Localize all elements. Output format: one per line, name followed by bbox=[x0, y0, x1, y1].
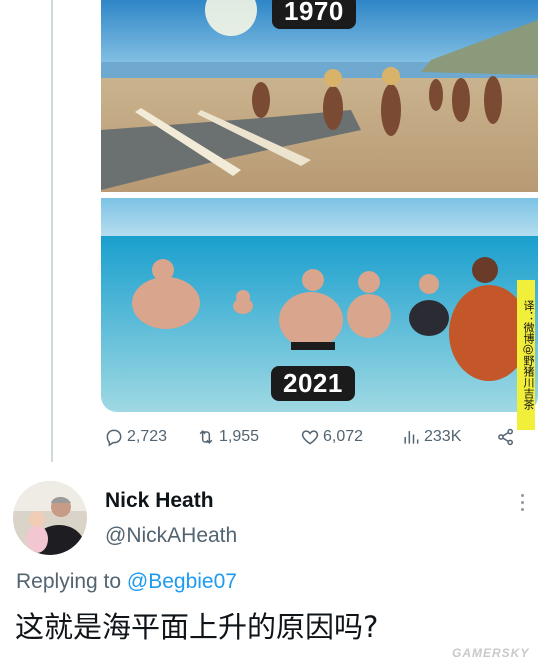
replying-to-mention[interactable]: @Begbie07 bbox=[127, 570, 237, 593]
reply-icon bbox=[106, 429, 122, 447]
like-button[interactable]: 6,072 bbox=[300, 427, 363, 447]
retweet-button[interactable]: 1,955 bbox=[196, 427, 259, 447]
avatar[interactable] bbox=[13, 481, 87, 555]
replying-prefix: Replying to bbox=[16, 570, 127, 593]
year-label-2021: 2021 bbox=[271, 366, 355, 401]
tweet-action-bar: 2,723 1,955 6,072 233K bbox=[104, 427, 524, 451]
view-count: 233K bbox=[424, 428, 462, 445]
translator-credit: 译：微博@野猪川吉茶 bbox=[517, 280, 535, 430]
share-icon bbox=[498, 428, 513, 446]
site-watermark: GAMERSKY bbox=[452, 646, 530, 660]
reply-count: 2,723 bbox=[127, 428, 168, 445]
like-icon bbox=[301, 430, 319, 445]
avatar-photo bbox=[13, 481, 87, 555]
like-count: 6,072 bbox=[323, 428, 364, 445]
tweet-media[interactable]: 1970 2021 bbox=[101, 0, 538, 412]
thread-connector-line bbox=[51, 0, 53, 462]
year-label-1970: 1970 bbox=[272, 0, 356, 29]
share-button[interactable] bbox=[496, 427, 516, 447]
retweet-icon bbox=[199, 430, 213, 444]
reply-author-name[interactable]: Nick Heath bbox=[105, 489, 214, 513]
more-options-icon[interactable] bbox=[517, 490, 527, 516]
reply-button[interactable]: 2,723 bbox=[104, 427, 167, 447]
replying-to-line: Replying to @Begbie07 bbox=[16, 570, 237, 594]
views-icon bbox=[404, 431, 419, 444]
reply-author-handle[interactable]: @NickAHeath bbox=[105, 524, 237, 548]
retweet-count: 1,955 bbox=[219, 428, 260, 445]
reply-text: 这就是海平面上升的原因吗? bbox=[15, 610, 379, 644]
views-button[interactable]: 233K bbox=[401, 427, 461, 447]
